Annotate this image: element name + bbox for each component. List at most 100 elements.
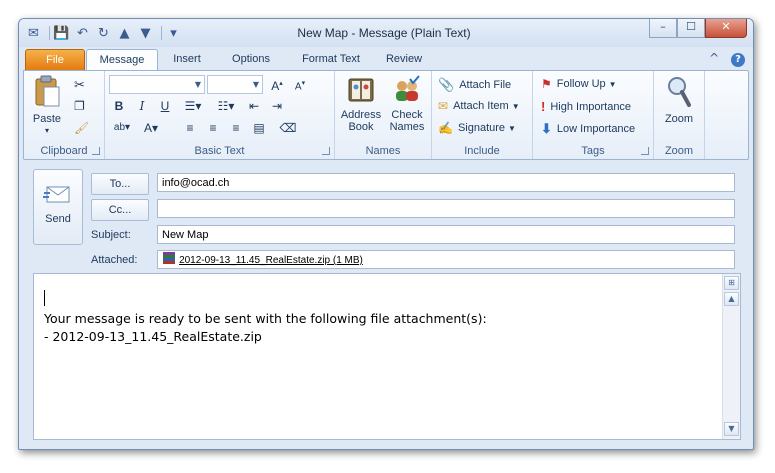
numbering-icon[interactable]: ☷▾ [211, 97, 241, 115]
exclamation-icon: ! [541, 99, 546, 114]
ribbon-tabs: File Message Insert Options Format Text … [19, 47, 753, 71]
tab-options[interactable]: Options [222, 49, 280, 70]
tab-message[interactable]: Message [86, 49, 158, 71]
format-row-1: B I U ☰▾ ☷▾ ⇤ ⇥ [109, 97, 290, 115]
attachment-link[interactable]: 2012-09-13_11.45_RealEstate.zip (1 MB) [179, 255, 363, 266]
to-field[interactable]: info@ocad.ch [157, 173, 735, 192]
cut-button[interactable]: ✂ [74, 77, 90, 93]
group-zoom: Zoom Zoom [654, 71, 705, 159]
down-arrow-icon[interactable]: ▼ [137, 25, 154, 42]
paste-label: Paste [32, 113, 62, 125]
message-body[interactable]: Your message is ready to be sent with th… [33, 273, 741, 440]
down-arrow-icon: ⬇ [541, 121, 552, 136]
dropdown-arrow-icon: ▼ [511, 101, 520, 111]
zoom-label: Zoom [664, 113, 694, 125]
customize-qat-icon[interactable]: ▾ [165, 25, 182, 42]
send-label: Send [45, 213, 71, 225]
dropdown-arrow-icon: ▼ [608, 79, 617, 89]
subject-label: Subject: [91, 229, 131, 241]
paste-dropdown-icon: ▾ [44, 126, 49, 135]
subject-field[interactable]: New Map [157, 225, 735, 244]
attach-item-icon: ✉ [438, 99, 449, 113]
copy-button[interactable]: ❐ [74, 99, 90, 113]
title-bar: ✉ 💾 ↶ ↻ ▲ ▼ ▾ New Map - Message (Plain T… [19, 19, 753, 47]
increase-indent-icon[interactable]: ⇥ [267, 97, 287, 115]
signature-button[interactable]: ✍ Signature ▼ [438, 121, 516, 135]
attach-item-label: Attach Item [453, 100, 509, 112]
follow-up-button[interactable]: ⚑ Follow Up ▼ [541, 77, 617, 91]
clipboard-launcher-icon[interactable] [92, 147, 100, 155]
minimize-ribbon-icon[interactable]: ^ [709, 51, 719, 65]
scroll-up-arrow[interactable]: ▲ [724, 292, 739, 306]
undo-icon[interactable]: ↶ [74, 25, 91, 42]
align-center-icon[interactable]: ≡ [203, 119, 223, 137]
magnifier-icon [668, 77, 691, 107]
tab-format-text[interactable]: Format Text [291, 49, 371, 70]
paste-button[interactable]: Paste ▾ [28, 75, 66, 137]
cc-button[interactable]: Cc... [91, 199, 149, 221]
address-book-button[interactable]: Address Book [339, 75, 383, 133]
tab-review[interactable]: Review [379, 49, 429, 70]
address-book-label-2: Book [348, 121, 374, 133]
close-button[interactable]: ✕ [705, 19, 747, 38]
split-view-icon[interactable]: ⊞ [724, 276, 739, 290]
text-cursor [44, 290, 45, 306]
qat-separator [161, 26, 162, 40]
zoom-button[interactable]: Zoom [658, 75, 700, 125]
font-color-icon[interactable]: A▾ [138, 119, 164, 137]
zoom-group-label: Zoom [664, 145, 694, 157]
cc-field[interactable] [157, 199, 735, 218]
align-right-icon[interactable]: ≡ [226, 119, 246, 137]
attach-item-button[interactable]: ✉ Attach Item ▼ [438, 99, 520, 113]
check-names-button[interactable]: Check Names [385, 75, 429, 133]
minimize-button[interactable]: – [649, 19, 677, 38]
highlight-icon[interactable]: ab▾ [109, 119, 135, 137]
scroll-down-arrow[interactable]: ▼ [724, 422, 739, 436]
high-importance-button[interactable]: ! High Importance [541, 99, 631, 114]
grow-font-icon[interactable]: A▴ [267, 75, 287, 93]
message-text: Your message is ready to be sent with th… [44, 310, 487, 346]
format-row-2: ab▾ A▾ ≡ ≡ ≡ ▤ ⌫ [109, 119, 301, 137]
group-tags: ⚑ Follow Up ▼ ! High Importance ⬇ Low Im… [533, 71, 654, 159]
bold-icon[interactable]: B [109, 97, 129, 115]
attached-field: 2012-09-13_11.45_RealEstate.zip (1 MB) [157, 250, 735, 269]
decrease-indent-icon[interactable]: ⇤ [244, 97, 264, 115]
align-left-icon[interactable]: ≡ [180, 119, 200, 137]
maximize-button[interactable]: ☐ [677, 19, 705, 38]
bullets-icon[interactable]: ☰▾ [178, 97, 208, 115]
shrink-font-icon[interactable]: A▾ [290, 75, 310, 93]
attach-file-button[interactable]: 📎 Attach File [438, 77, 511, 93]
group-include: 📎 Attach File ✉ Attach Item ▼ ✍ Signatur… [432, 71, 533, 159]
italic-icon[interactable]: I [132, 97, 152, 115]
separator [167, 119, 177, 137]
check-names-label-2: Names [389, 121, 425, 133]
to-button[interactable]: To... [91, 173, 149, 195]
underline-icon[interactable]: U [155, 97, 175, 115]
attach-file-label: Attach File [459, 79, 512, 91]
font-size-combo[interactable]: ▼ [207, 75, 263, 94]
redo-icon[interactable]: ↻ [95, 25, 112, 42]
vertical-scrollbar[interactable]: ⊞ ▲ ▼ [722, 274, 740, 439]
send-envelope-icon [43, 186, 70, 203]
up-arrow-icon[interactable]: ▲ [116, 25, 133, 42]
quick-access-toolbar: ✉ 💾 ↶ ↻ ▲ ▼ ▾ [25, 24, 186, 42]
font-name-combo[interactable]: ▼ [109, 75, 205, 94]
window-title: New Map - Message (Plain Text) [297, 26, 471, 40]
tab-insert[interactable]: Insert [164, 49, 210, 70]
outlook-icon[interactable]: ✉ [25, 25, 42, 42]
signature-label: Signature [457, 122, 506, 134]
format-painter-button[interactable]: 🖌 [74, 121, 94, 135]
low-importance-button[interactable]: ⬇ Low Importance [541, 121, 635, 137]
follow-up-label: Follow Up [556, 78, 606, 90]
send-button[interactable]: Send [33, 169, 83, 245]
save-icon[interactable]: 💾 [53, 25, 70, 42]
group-clipboard: Paste ▾ ✂ ❐ 🖌 Clipboard [24, 71, 105, 159]
justify-icon[interactable]: ▤ [249, 119, 269, 137]
dropdown-arrow-icon: ▼ [194, 80, 201, 89]
clear-formatting-icon[interactable]: ⌫ [278, 119, 298, 137]
basic-text-launcher-icon[interactable] [322, 147, 330, 155]
help-icon[interactable]: ? [731, 53, 745, 67]
tags-launcher-icon[interactable] [641, 147, 649, 155]
dropdown-arrow-icon: ▼ [252, 80, 259, 89]
tab-file[interactable]: File [25, 49, 85, 71]
